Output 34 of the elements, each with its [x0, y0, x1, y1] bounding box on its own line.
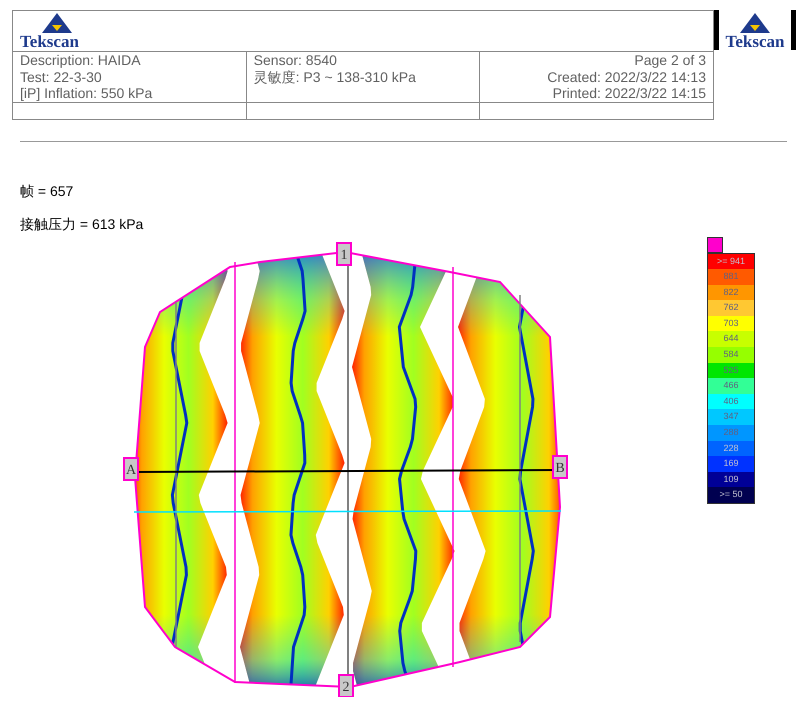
- header-text: Test: 22-3-30: [20, 68, 103, 85]
- legend-entry: 109: [708, 472, 754, 488]
- section-marker: A: [123, 456, 139, 480]
- legend-entry: >= 941: [708, 254, 754, 270]
- logo-text: Tekscan: [726, 33, 784, 50]
- legend-entry: 584: [708, 347, 754, 363]
- legend-entry: 822: [708, 284, 754, 300]
- header-text: 灵敏度: P3 ~ 138-310 kPa: [254, 68, 417, 85]
- header-text: Created: 2022/3/22 14:13: [546, 68, 706, 85]
- reading-text: 接触压力 = 613 kPa: [20, 214, 144, 232]
- legend-entry: 169: [708, 456, 754, 472]
- reading-text: 帧 = 657: [20, 182, 74, 200]
- legend-entry: 228: [708, 440, 754, 456]
- legend-entry: 525: [708, 362, 754, 378]
- header-text: Description: HAIDA: [20, 52, 142, 68]
- section-marker: 2: [338, 674, 354, 696]
- legend-entry: 644: [708, 331, 754, 348]
- legend-entry: 881: [708, 269, 754, 285]
- triangle-logo-icon: [740, 13, 770, 33]
- logo-text: Tekscan: [20, 33, 79, 50]
- legend-entry: 762: [708, 300, 754, 316]
- section-marker: B: [552, 454, 568, 478]
- legend-entry: 703: [708, 316, 754, 332]
- header-text: Sensor: 8540: [254, 52, 338, 68]
- legend-entry: >= 50: [708, 487, 754, 503]
- legend-entry: 406: [708, 394, 754, 410]
- header-text: Printed: 2022/3/22 14:15: [552, 85, 706, 102]
- legend-entry: 466: [708, 378, 754, 394]
- triangle-logo-icon: [42, 13, 72, 33]
- legend-entry: 347: [708, 409, 754, 426]
- legend-entry: 288: [708, 425, 754, 441]
- section-marker: 1: [336, 242, 352, 266]
- header-text: [iP] Inflation: 550 kPa: [20, 85, 154, 102]
- header-text: Page 2 of 3: [633, 52, 706, 68]
